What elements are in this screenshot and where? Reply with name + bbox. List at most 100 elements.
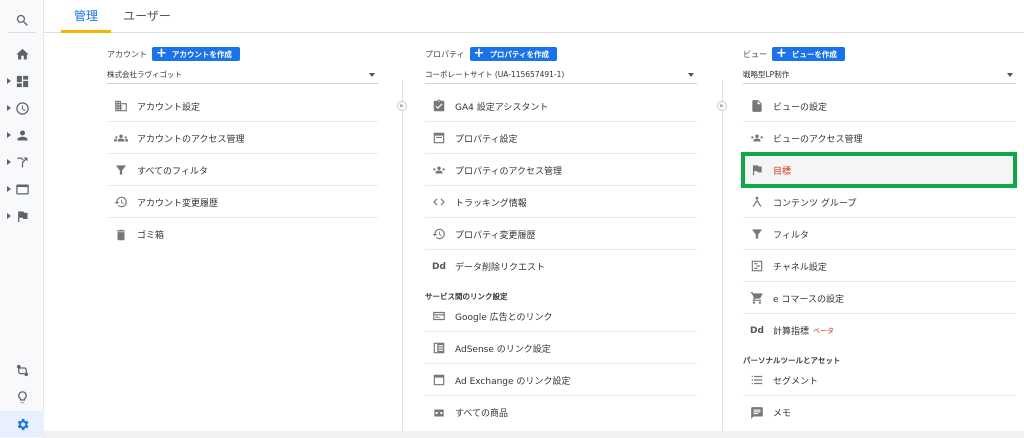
cart-icon [749, 290, 765, 306]
admin-button[interactable] [0, 411, 44, 437]
beta-badge: ベータ [813, 326, 835, 335]
expand-caret-icon [7, 78, 11, 84]
item-label: チャネル設定 [773, 262, 827, 273]
dropdown-caret-icon [688, 73, 694, 77]
item-label: データ削除リクエスト [455, 263, 546, 273]
segment-icon [749, 372, 765, 388]
trash-icon [113, 227, 129, 243]
property-item-ga4-assistant[interactable]: GA4 設定アシスタント [425, 91, 697, 122]
history-icon [431, 226, 447, 242]
view-item-content-groups[interactable]: コンテンツ グループ [743, 187, 1016, 218]
conversions-button[interactable] [0, 203, 44, 229]
search-icon [16, 14, 28, 26]
dashboard-icon [16, 75, 28, 87]
tab-admin[interactable]: 管理 [61, 0, 111, 33]
view-item-ecommerce[interactable]: e コマースの設定 [743, 283, 1016, 314]
property-item-access[interactable]: プロパティのアクセス管理 [425, 155, 697, 186]
view-item-segments[interactable]: セグメント [743, 365, 1016, 396]
item-label: セグメント [773, 376, 819, 387]
item-label: プロパティのアクセス管理 [455, 166, 563, 177]
property-item-settings[interactable]: プロパティ設定 [425, 123, 697, 154]
realtime-button[interactable] [0, 95, 44, 121]
people-icon [113, 130, 129, 146]
item-label: プロパティ設定 [455, 134, 518, 145]
expand-caret-icon [7, 105, 11, 111]
account-selector[interactable]: 株式会社ラヴィゴット [107, 68, 378, 84]
window-icon [15, 184, 29, 194]
property-selected: コーポレートサイト (UA-115657491-1) [425, 70, 565, 79]
item-label: フィルタ [773, 230, 809, 241]
item-label: Ad Exchange のリンク設定 [455, 376, 571, 387]
code-icon [431, 194, 447, 210]
create-account-label: アカウントを作成 [171, 49, 232, 59]
customization-button[interactable] [0, 68, 44, 94]
behavior-button[interactable] [0, 176, 44, 202]
column-divider [722, 80, 723, 438]
content-group-icon [749, 194, 765, 210]
admin-tabs: 管理 ユーザー [44, 0, 1024, 33]
lightbulb-icon [17, 390, 27, 403]
account-column: アカウント + アカウントを作成 株式会社ラヴィゴット アカウント設定 アカウン… [107, 33, 378, 438]
property-selector[interactable]: コーポレートサイト (UA-115657491-1) [425, 68, 697, 84]
account-item-access[interactable]: アカウントのアクセス管理 [107, 123, 378, 154]
property-item-adsense[interactable]: AdSense のリンク設定 [425, 333, 697, 364]
person-icon [17, 130, 27, 140]
item-label: アカウント変更履歴 [137, 198, 219, 209]
property-item-data-deletion[interactable]: Dd データ削除リクエスト [425, 251, 697, 282]
checklist-icon [431, 98, 447, 114]
property-item-google-ads[interactable]: Google 広告とのリンク [425, 301, 697, 332]
property-item-tracking[interactable]: トラッキング情報 [425, 187, 697, 218]
left-nav-rail [0, 0, 44, 438]
people-icon [749, 130, 765, 146]
property-item-ad-exchange[interactable]: Ad Exchange のリンク設定 [425, 365, 697, 396]
create-view-label: ビューを作成 [791, 49, 837, 59]
item-label: トラッキング情報 [455, 198, 527, 209]
view-item-notes[interactable]: メモ [743, 397, 1016, 428]
account-header: アカウント + アカウントを作成 [107, 46, 240, 62]
create-account-button[interactable]: + アカウントを作成 [152, 47, 240, 61]
view-item-filters[interactable]: フィルタ [743, 219, 1016, 250]
people-icon [431, 162, 447, 178]
create-view-button[interactable]: + ビューを作成 [772, 47, 845, 61]
view-item-settings[interactable]: ビューの設定 [743, 91, 1016, 122]
ads-icon [431, 308, 447, 324]
item-label: ビューのアクセス管理 [773, 134, 863, 145]
view-item-calculated-metrics[interactable]: Dd 計算指標 ベータ [743, 315, 1016, 346]
document-icon [749, 98, 765, 114]
create-property-button[interactable]: + プロパティを作成 [469, 47, 557, 61]
account-item-change-history[interactable]: アカウント変更履歴 [107, 187, 378, 218]
item-label: アカウントのアクセス管理 [137, 134, 245, 145]
view-item-access[interactable]: ビューのアクセス管理 [743, 123, 1016, 154]
view-header: ビュー + ビューを作成 [743, 46, 845, 62]
highlight-annotation [741, 152, 1017, 188]
property-item-change-history[interactable]: プロパティ変更履歴 [425, 219, 697, 250]
filter-icon [113, 162, 129, 178]
property-item-all-products[interactable]: すべての商品 [425, 397, 697, 428]
dd-icon: Dd [432, 261, 446, 272]
account-header-label: アカウント [107, 49, 147, 59]
search-button[interactable] [0, 7, 44, 33]
item-label: AdSense のリンク設定 [455, 344, 551, 355]
acquisition-button[interactable] [0, 149, 44, 175]
adsense-icon [431, 340, 447, 356]
view-selector[interactable]: 戦略型LP制作 [743, 68, 1016, 84]
account-item-trash[interactable]: ゴミ箱 [107, 219, 378, 250]
column-divider [402, 80, 403, 438]
discover-button[interactable] [0, 384, 44, 410]
history-icon [113, 194, 129, 210]
home-button[interactable] [0, 41, 44, 67]
view-column: ビュー + ビューを作成 戦略型LP制作 ビューの設定 ビューのアクセス管理 目… [743, 33, 1016, 438]
account-item-filters[interactable]: すべてのフィルタ [107, 155, 378, 186]
item-label: Google 広告とのリンク [455, 312, 553, 323]
building-icon [113, 98, 129, 114]
property-header-label: プロパティ [425, 49, 465, 59]
attribution-button[interactable] [0, 357, 44, 383]
view-item-channel-settings[interactable]: チャネル設定 [743, 251, 1016, 282]
audience-button[interactable] [0, 122, 44, 148]
account-item-settings[interactable]: アカウント設定 [107, 91, 378, 122]
expand-caret-icon [7, 213, 11, 219]
dd-icon: Dd [750, 325, 764, 336]
item-label: e コマースの設定 [773, 294, 844, 305]
tab-users[interactable]: ユーザー [116, 0, 178, 33]
home-icon [15, 48, 29, 59]
